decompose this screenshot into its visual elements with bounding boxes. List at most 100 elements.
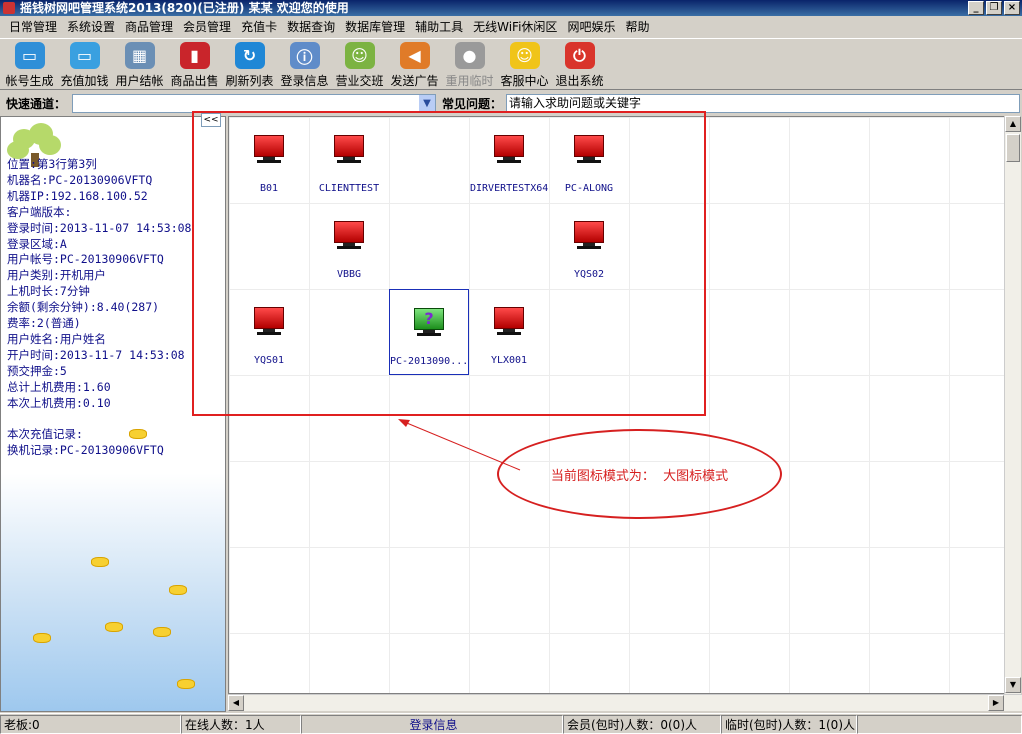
menu-item[interactable]: 无线WiFi休闲区 xyxy=(468,17,562,37)
scroll-down-button[interactable]: ▼ xyxy=(1005,677,1021,693)
scroll-right-button[interactable]: ▶ xyxy=(988,695,1004,711)
toolbar-button: ● 重用临时 xyxy=(442,39,497,89)
info-line: 登录时间:2013-11-07 14:53:08 xyxy=(7,220,192,235)
toolbar-button[interactable]: ☺ 客服中心 xyxy=(497,39,552,89)
menu-item[interactable]: 数据查询 xyxy=(282,17,340,37)
collapse-panel-button[interactable]: << xyxy=(201,113,221,127)
chevron-down-icon[interactable]: ▼ xyxy=(419,94,435,112)
toolbar-button[interactable]: ▭ 充值加钱 xyxy=(57,39,112,89)
computer-name: B01 xyxy=(259,183,279,194)
info-line: 预交押金:5 xyxy=(7,363,67,378)
offline-monitor-icon xyxy=(333,135,365,163)
status-boss: 老板:0 xyxy=(0,714,181,734)
toolbar-button[interactable]: ▭ 帐号生成 xyxy=(2,39,57,89)
close-button[interactable]: × xyxy=(1004,1,1020,15)
quick-channel-label: 快速通道： xyxy=(6,96,67,111)
horizontal-scrollbar[interactable]: ◀ ▶ xyxy=(228,694,1022,711)
menu-item[interactable]: 会员管理 xyxy=(178,17,236,37)
menu-item[interactable]: 数据库管理 xyxy=(340,17,410,37)
computer-item[interactable]: ? PC-2013090... xyxy=(389,289,469,375)
info-line: 上机时长:7分钟 xyxy=(7,284,90,299)
info-line: 余额(剩余分钟):8.40(287) xyxy=(7,300,160,315)
info-line: 费率:2(普通) xyxy=(7,316,81,331)
quick-channel-combo[interactable]: ▼ xyxy=(72,93,436,113)
computer-name: YQS01 xyxy=(253,355,285,366)
computer-item[interactable]: CLIENTTEST xyxy=(309,117,389,203)
faq-label: 常见问题： xyxy=(442,96,503,111)
toolbar: ▭ 帐号生成 ▭ 充值加钱 ▦ 用户结帐 ▮ 商品出售 ↻ 刷新列表 ⓘ 登录信息 ☺ 营业交班 ◀ 发送广告… xyxy=(0,38,1022,90)
toolbar-button[interactable]: ▮ 商品出售 xyxy=(167,39,222,89)
gold-ingot-icon xyxy=(33,633,51,643)
status-temp: 临时(包时)人数：1(0)人 xyxy=(721,714,857,734)
vertical-scrollbar[interactable]: ▲ ▼ xyxy=(1004,116,1021,694)
restore-button[interactable]: ❐ xyxy=(986,1,1002,15)
toolbar-button-label: 商品出售 xyxy=(170,74,219,88)
annotation-callout: 当前图标模式为： 大图标模式 xyxy=(497,429,782,519)
computer-name: CLIENTTEST xyxy=(318,183,380,194)
toolbar-button-label: 刷新列表 xyxy=(225,74,274,88)
menu-item[interactable]: 商品管理 xyxy=(120,17,178,37)
toolbar-button[interactable]: ⏻ 退出系统 xyxy=(552,39,607,89)
info-line: 本次充值记录: xyxy=(7,427,83,442)
faq-search-input[interactable]: 请输入求助问题或关键字 xyxy=(506,93,1020,113)
offline-monitor-icon xyxy=(253,307,285,335)
gold-ingot-icon xyxy=(169,585,187,595)
reuse-temp-icon: ● xyxy=(454,42,485,69)
toolbar-button-label: 帐号生成 xyxy=(5,74,54,88)
offline-monitor-icon xyxy=(493,135,525,163)
menu-item[interactable]: 辅助工具 xyxy=(410,17,468,37)
computer-item[interactable]: B01 xyxy=(229,117,309,203)
toolbar-button-label: 用户结帐 xyxy=(115,74,164,88)
menu-item[interactable]: 充值卡 xyxy=(236,17,282,37)
toolbar-button-label: 营业交班 xyxy=(335,74,384,88)
gold-ingot-icon xyxy=(177,679,195,689)
menu-item[interactable]: 日常管理 xyxy=(4,17,62,37)
info-line: 用户类别:开机用户 xyxy=(7,268,106,283)
offline-monitor-icon xyxy=(573,221,605,249)
menu-item[interactable]: 帮助 xyxy=(620,17,654,37)
toolbar-button[interactable]: ◀ 发送广告 xyxy=(387,39,442,89)
minimize-button[interactable]: _ xyxy=(968,1,984,15)
status-member: 会员(包时)人数：0(0)人 xyxy=(563,714,721,734)
info-line xyxy=(7,412,191,428)
gold-ingot-icon xyxy=(91,557,109,567)
scroll-thumb[interactable] xyxy=(1006,134,1020,162)
status-login-info[interactable]: 登录信息 xyxy=(301,714,563,734)
menu-item[interactable]: 系统设置 xyxy=(62,17,120,37)
toolbar-button-label: 发送广告 xyxy=(390,74,439,88)
toolbar-button-label: 充值加钱 xyxy=(60,74,109,88)
info-line: 换机记录:PC-20130906VFTQ xyxy=(7,443,164,458)
computer-item[interactable]: YQS01 xyxy=(229,289,309,375)
computer-name: YLX001 xyxy=(490,355,528,366)
menu-item[interactable]: 网吧娱乐 xyxy=(562,17,620,37)
computer-name: DIRVERTESTX64 xyxy=(470,183,548,194)
info-line: 机器IP:192.168.100.52 xyxy=(7,188,148,203)
info-line: 登录区域:A xyxy=(7,236,67,251)
info-line: 客户端版本: xyxy=(7,204,72,219)
scroll-left-button[interactable]: ◀ xyxy=(228,695,244,711)
toolbar-button-label: 客服中心 xyxy=(500,74,549,88)
app-logo-icon xyxy=(3,2,15,14)
toolbar-button[interactable]: ↻ 刷新列表 xyxy=(222,39,277,89)
info-line: 机器名:PC-20130906VFTQ xyxy=(7,172,153,187)
computer-item[interactable]: YLX001 xyxy=(469,289,549,375)
toolbar-button-label: 退出系统 xyxy=(555,74,604,88)
computer-item[interactable]: PC-ALONG xyxy=(549,117,629,203)
customer-service-icon: ☺ xyxy=(509,42,540,69)
scroll-up-button[interactable]: ▲ xyxy=(1005,116,1021,132)
computer-item[interactable]: VBBG xyxy=(309,203,389,289)
toolbar-button[interactable]: ☺ 营业交班 xyxy=(332,39,387,89)
recharge-icon: ▭ xyxy=(69,42,100,69)
offline-monitor-icon xyxy=(573,135,605,163)
computer-name: PC-ALONG xyxy=(564,183,614,194)
window-title: 摇钱树网吧管理系统2013(820)(已注册) 某某 欢迎您的使用 xyxy=(20,1,349,15)
computer-name: YQS02 xyxy=(573,269,605,280)
computer-item[interactable]: YQS02 xyxy=(549,203,629,289)
toolbar-button[interactable]: ▦ 用户结帐 xyxy=(112,39,167,89)
users-info-icon: ⓘ xyxy=(289,42,320,69)
computer-item[interactable]: DIRVERTESTX64 xyxy=(469,117,549,203)
shift-handover-icon: ☺ xyxy=(344,42,375,69)
megaphone-icon: ◀ xyxy=(399,42,430,69)
toolbar-button-label: 重用临时 xyxy=(445,74,494,88)
toolbar-button[interactable]: ⓘ 登录信息 xyxy=(277,39,332,89)
